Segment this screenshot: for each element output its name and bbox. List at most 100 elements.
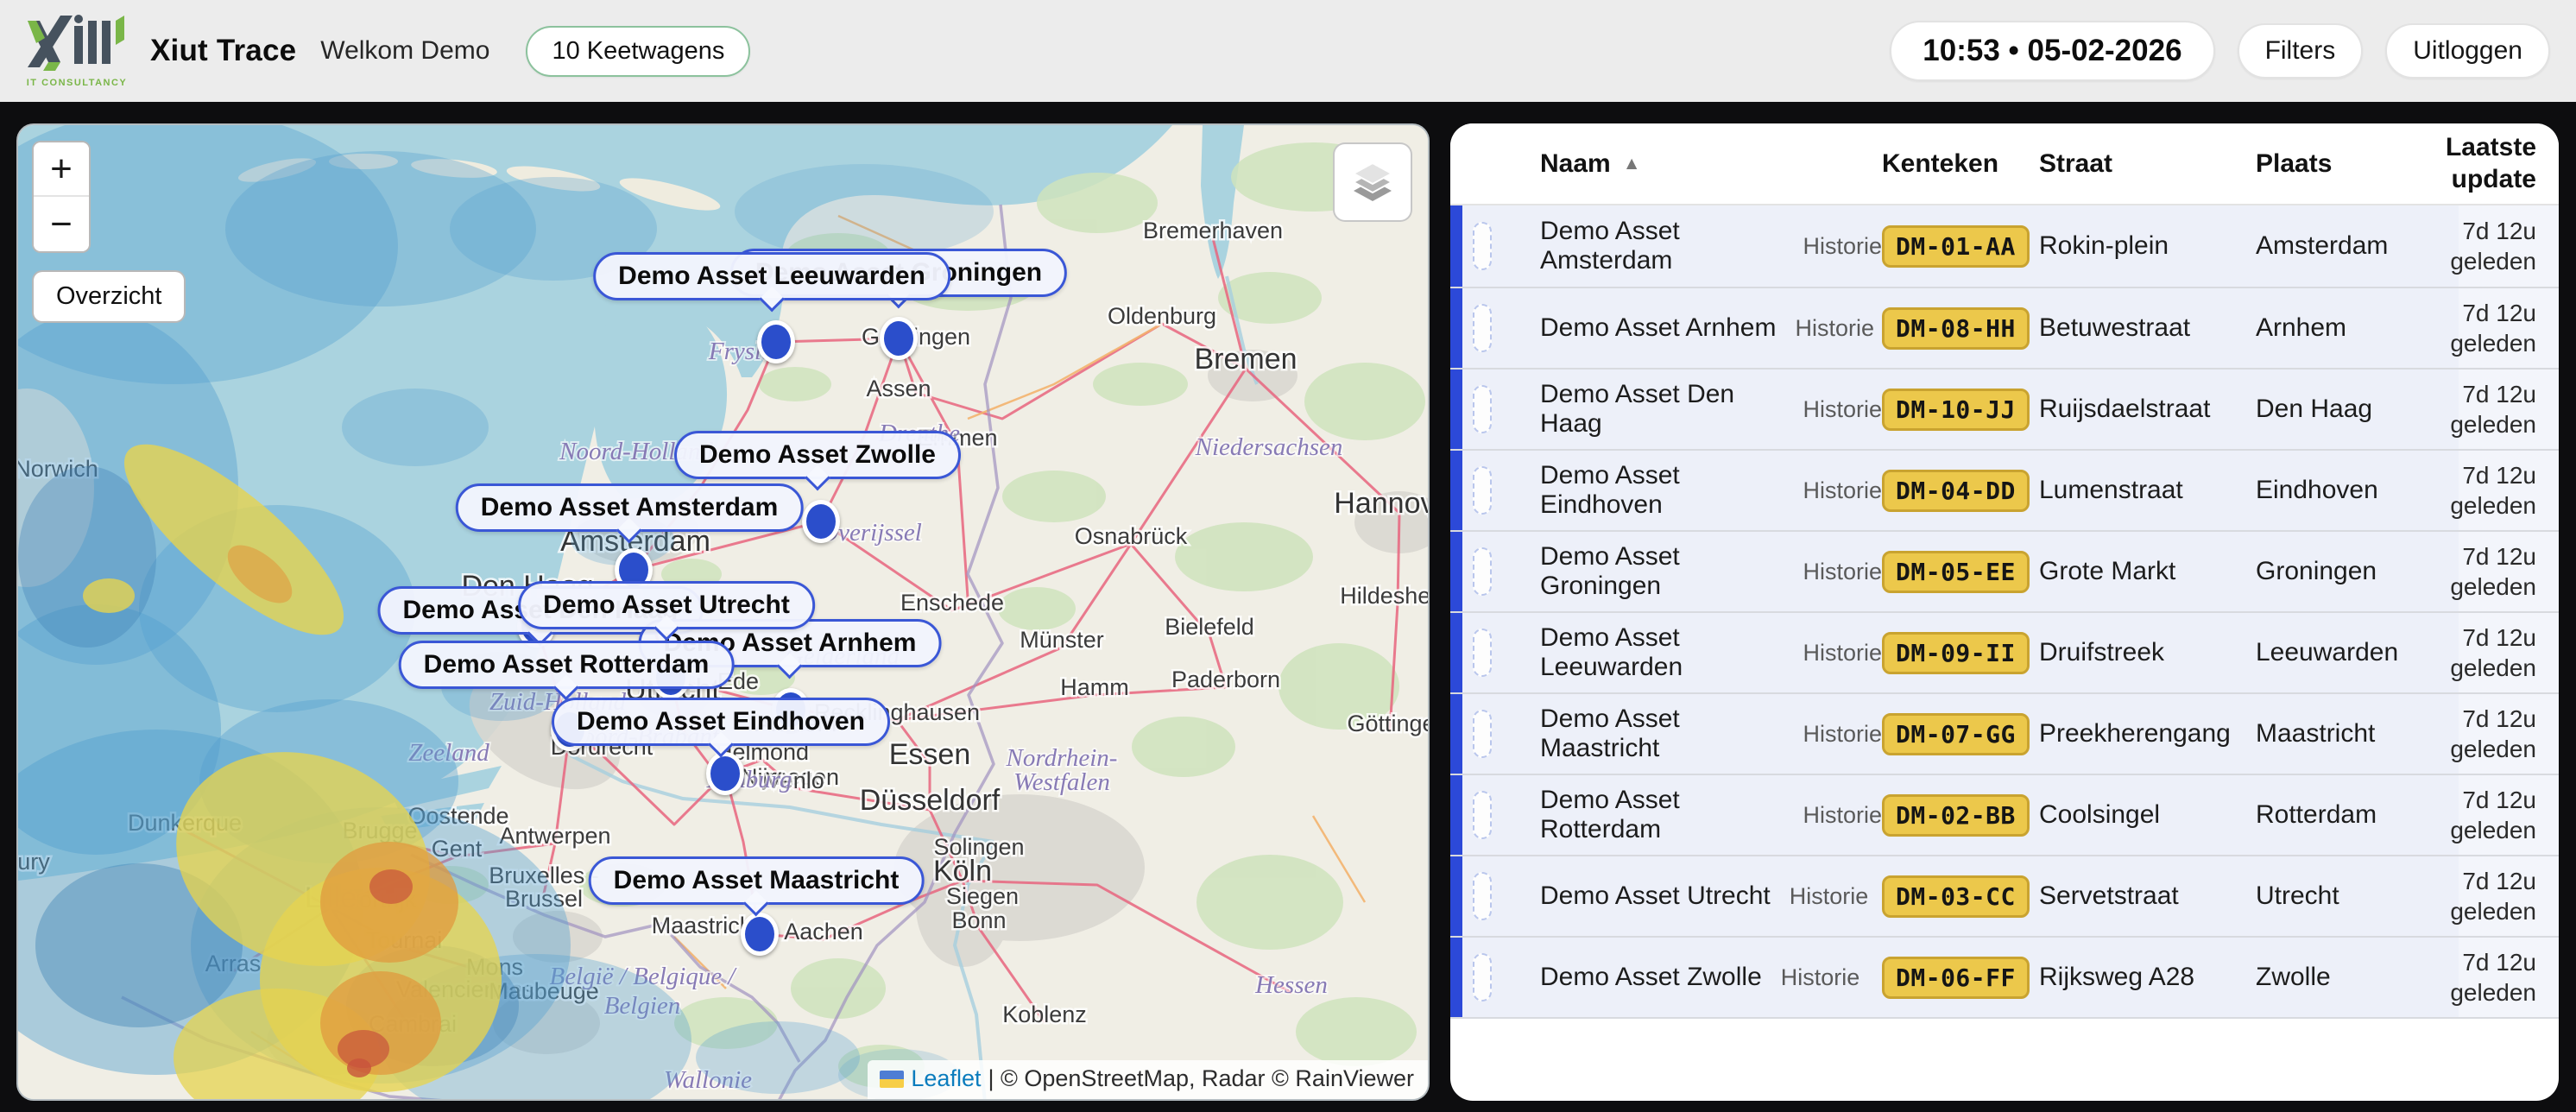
asset-marker[interactable] (706, 752, 744, 795)
table-row[interactable]: Demo Asset Maastricht HistorieDM-07-GGPre… (1450, 692, 2559, 774)
row-drag-handle[interactable] (1473, 466, 1492, 515)
map-overlay: Demo Asset GroningenDemo Asset Leeuwarde… (18, 125, 1428, 1099)
table-row[interactable]: Demo Asset ZwolleHistorieDM-06-FFRijkswe… (1450, 936, 2559, 1017)
asset-name-cell: Demo Asset LeeuwardenHistorie (1540, 613, 1882, 692)
straat-cell: Grote Markt (2039, 532, 2256, 611)
update-age: 7d 12u (2462, 947, 2536, 977)
place-name: Groningen (2256, 557, 2377, 586)
asset-marker[interactable] (802, 500, 840, 543)
street-name: Grote Markt (2039, 557, 2175, 586)
historie-link[interactable]: Historie (1803, 640, 1882, 667)
table-row[interactable]: Demo Asset ArnhemHistorieDM-08-HHBetuwes… (1450, 287, 2559, 368)
laatste-update-cell: 7d 12ugeleden (2459, 205, 2559, 287)
update-age: 7d 12u (2462, 460, 2536, 490)
row-drag-handle[interactable] (1473, 385, 1492, 433)
layers-control[interactable] (1333, 142, 1412, 222)
license-plate-badge: DM-07-GG (1882, 713, 2030, 755)
table-row[interactable]: Demo Asset GroningenHistorieDM-05-EEGrot… (1450, 530, 2559, 611)
asset-name: Demo Asset Zwolle (1540, 963, 1762, 992)
laatste-update-cell: 7d 12ugeleden (2459, 288, 2559, 368)
row-drag-handle[interactable] (1473, 953, 1492, 1001)
table-row[interactable]: Demo Asset Den HaagHistorieDM-10-JJRuijs… (1450, 368, 2559, 449)
license-plate-badge: DM-04-DD (1882, 470, 2030, 512)
laatste-update-cell: 7d 12ugeleden (2459, 694, 2559, 774)
historie-link[interactable]: Historie (1795, 315, 1874, 342)
table-row[interactable]: Demo Asset UtrechtHistorieDM-03-CCServet… (1450, 855, 2559, 936)
row-handle-cell (1462, 370, 1540, 449)
update-age: 7d 12u (2462, 622, 2536, 653)
table-rows: Demo Asset AmsterdamHistorieDM-01-AARoki… (1450, 205, 2559, 1019)
row-accent-bar (1450, 613, 1462, 692)
column-label-update-2: update (2452, 164, 2536, 196)
overview-button[interactable]: Overzicht (32, 270, 186, 323)
table-row[interactable]: Demo Asset LeeuwardenHistorieDM-09-IIDru… (1450, 611, 2559, 692)
row-drag-handle[interactable] (1473, 222, 1492, 270)
column-header-kenteken[interactable]: Kenteken (1882, 149, 2039, 179)
kenteken-cell: DM-09-II (1882, 613, 2039, 692)
asset-tooltip[interactable]: Demo Asset Eindhoven (552, 698, 890, 746)
historie-link[interactable]: Historie (1803, 477, 1882, 504)
kenteken-cell: DM-01-AA (1882, 205, 2039, 287)
row-drag-handle[interactable] (1473, 791, 1492, 839)
row-accent-bar (1450, 451, 1462, 530)
table-row[interactable]: Demo Asset AmsterdamHistorieDM-01-AARoki… (1450, 205, 2559, 287)
map-panel[interactable]: BremerhavenOldenburgBremenOsnabrückHanno… (16, 123, 1430, 1101)
zoom-in-button[interactable]: + (34, 142, 89, 197)
table-row[interactable]: Demo Asset EindhovenHistorieDM-04-DD Lume… (1450, 449, 2559, 530)
asset-name-cell: Demo Asset EindhovenHistorie (1540, 451, 1882, 530)
ukraine-flag-icon (880, 1071, 904, 1088)
asset-tooltip[interactable]: Demo Asset Maastricht (589, 856, 925, 905)
update-age: 7d 12u (2462, 379, 2536, 409)
leaflet-link[interactable]: Leaflet (911, 1065, 981, 1092)
row-drag-handle[interactable] (1473, 547, 1492, 596)
column-header-straat[interactable]: Straat (2039, 149, 2256, 179)
historie-link[interactable]: Historie (1803, 396, 1882, 423)
row-drag-handle[interactable] (1473, 710, 1492, 758)
column-label-update-1: Laatste (2446, 132, 2536, 164)
filters-button[interactable]: Filters (2238, 23, 2364, 79)
column-header-naam[interactable]: Naam ▲ (1540, 149, 1882, 179)
table-header: Naam ▲ Kenteken Straat Plaats Laatste up… (1450, 123, 2559, 205)
update-age-suffix: geleden (2450, 977, 2536, 1008)
sort-ascending-icon: ▲ (1623, 154, 1641, 174)
asset-tooltip[interactable]: Demo Asset Utrecht (518, 581, 815, 629)
kenteken-cell: DM-02-BB (1882, 775, 2039, 855)
straat-cell: Servetstraat (2039, 856, 2256, 936)
zoom-out-button[interactable]: − (34, 197, 89, 251)
asset-name: Demo Asset Maastricht (1540, 704, 1784, 763)
kenteken-cell: DM-07-GG (1882, 694, 2039, 774)
asset-tooltip[interactable]: Demo Asset Rotterdam (399, 641, 735, 689)
plaats-cell: Eindhoven (2256, 451, 2459, 530)
row-drag-handle[interactable] (1473, 629, 1492, 677)
asset-tooltip[interactable]: Demo Asset Leeuwarden (593, 252, 950, 300)
historie-link[interactable]: Historie (1781, 964, 1860, 991)
asset-tooltip-label: Demo Asset Leeuwarden (618, 262, 925, 290)
update-age: 7d 12u (2462, 298, 2536, 328)
table-row[interactable]: Demo Asset RotterdamHistorieDM-02-BBCool… (1450, 774, 2559, 855)
asset-marker[interactable] (880, 317, 918, 360)
historie-link[interactable]: Historie (1803, 233, 1882, 260)
historie-link[interactable]: Historie (1803, 721, 1882, 748)
asset-tooltip[interactable]: Demo Asset Amsterdam (456, 483, 804, 532)
asset-tooltip-label: Demo Asset Rotterdam (424, 650, 710, 679)
row-drag-handle[interactable] (1473, 872, 1492, 920)
row-drag-handle[interactable] (1473, 304, 1492, 352)
historie-link[interactable]: Historie (1803, 559, 1882, 585)
straat-cell: Preekherengang (2039, 694, 2256, 774)
asset-marker[interactable] (741, 913, 779, 956)
street-name: Lumenstraat (2039, 476, 2183, 505)
kenteken-cell: DM-03-CC (1882, 856, 2039, 936)
column-header-laatste-update[interactable]: Laatste update (2459, 132, 2559, 195)
asset-marker[interactable] (757, 320, 795, 363)
logout-button[interactable]: Uitloggen (2385, 23, 2550, 79)
street-name: Coolsingel (2039, 800, 2160, 830)
asset-tooltip[interactable]: Demo Asset Zwolle (674, 431, 961, 479)
asset-tooltip-label: Demo Asset Eindhoven (577, 707, 865, 736)
column-header-plaats[interactable]: Plaats (2256, 149, 2459, 179)
asset-name: Demo Asset Groningen (1540, 542, 1784, 601)
plaats-cell: Zwolle (2256, 938, 2459, 1017)
plaats-cell: Maastricht (2256, 694, 2459, 774)
historie-link[interactable]: Historie (1803, 802, 1882, 829)
plaats-cell: Rotterdam (2256, 775, 2459, 855)
historie-link[interactable]: Historie (1790, 883, 1869, 910)
